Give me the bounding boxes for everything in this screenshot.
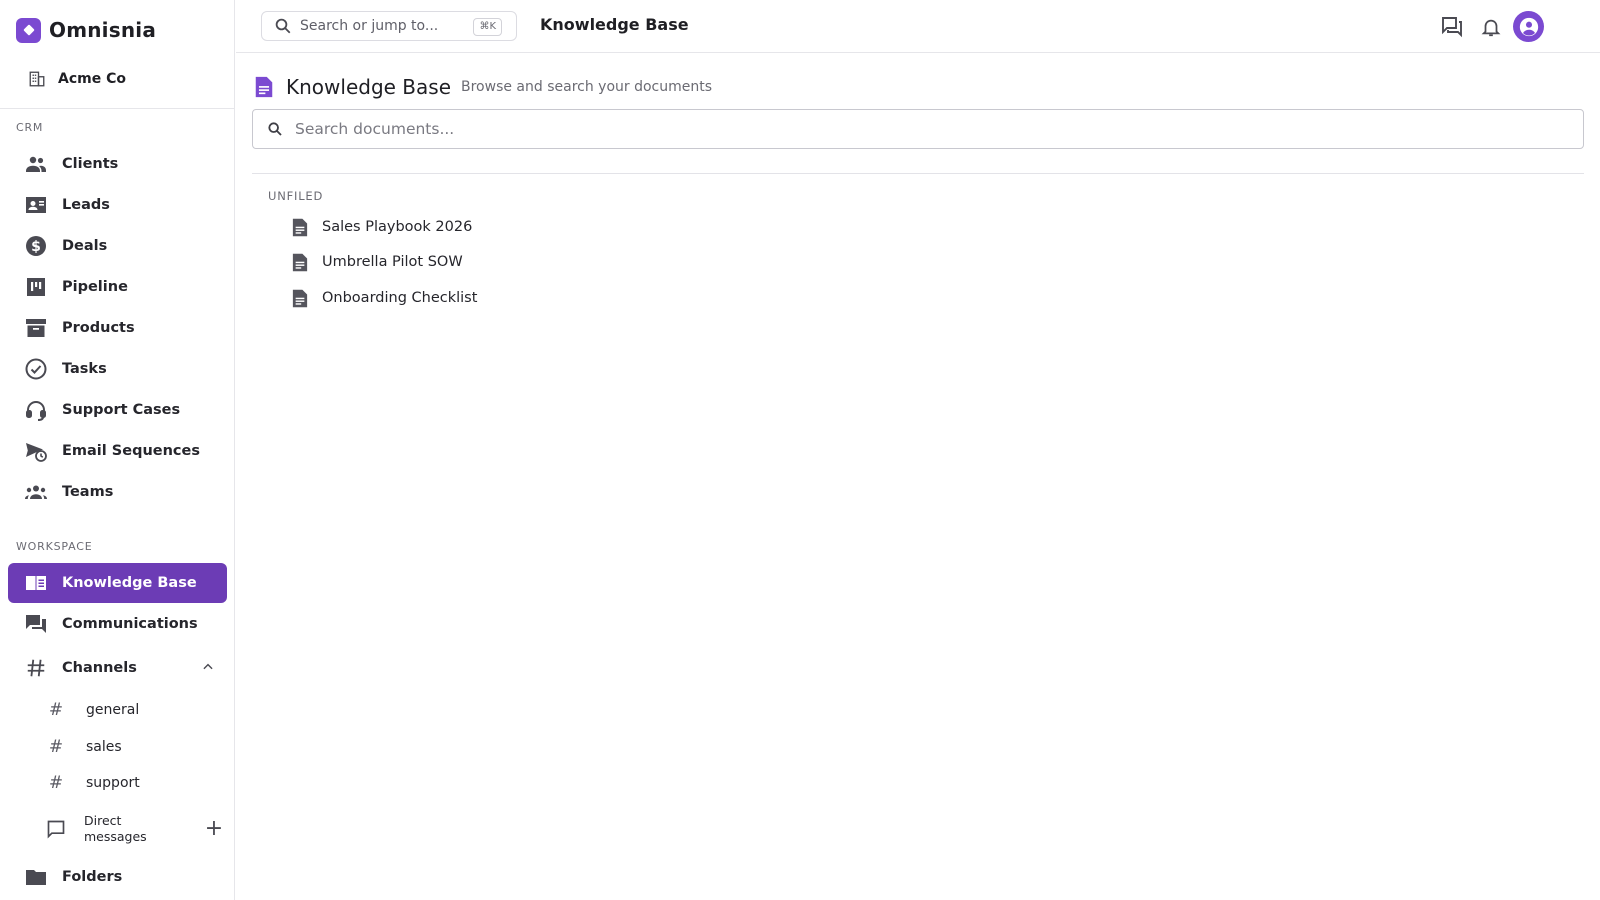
kanban-icon — [24, 275, 48, 299]
bell-icon — [1481, 19, 1501, 37]
sidebar-item-deals[interactable]: $ Deals — [8, 226, 227, 266]
hash-icon — [24, 656, 48, 680]
sidebar-item-pipeline[interactable]: Pipeline — [8, 267, 227, 307]
main-content: Knowledge Base Browse and search your do… — [236, 54, 1600, 900]
sidebar-item-label: Teams — [62, 484, 114, 500]
sidebar-item-label: Tasks — [62, 361, 107, 377]
channel-item-sales[interactable]: # sales — [46, 731, 216, 763]
sidebar-item-clients[interactable]: Clients — [8, 144, 227, 184]
svg-text:$: $ — [31, 239, 41, 255]
search-icon — [268, 122, 282, 136]
hash-icon: # — [48, 700, 64, 720]
channel-label: general — [86, 702, 140, 718]
sidebar-item-label: Products — [62, 320, 135, 336]
sidebar-item-folders[interactable]: Folders — [8, 857, 227, 897]
sidebar-item-label: Communications — [62, 616, 198, 632]
direct-messages-label: Direct messages — [84, 813, 147, 844]
check-circle-icon — [24, 357, 48, 381]
direct-messages[interactable]: Direct messages + — [46, 810, 226, 848]
page-subtitle: Browse and search your documents — [461, 79, 713, 95]
building-icon — [29, 71, 45, 87]
channel-label: support — [86, 775, 140, 791]
notifications-button[interactable] — [1476, 12, 1506, 42]
sidebar-item-leads[interactable]: Leads — [8, 185, 227, 225]
document-title: Umbrella Pilot SOW — [322, 254, 463, 270]
forum-icon — [1442, 17, 1462, 38]
channel-item-general[interactable]: # general — [46, 694, 216, 726]
document-item[interactable]: Onboarding Checklist — [292, 283, 592, 313]
document-icon — [292, 218, 308, 236]
chevron-up-icon[interactable] — [201, 660, 215, 678]
page-header: Knowledge Base Browse and search your do… — [254, 72, 712, 102]
sidebar-item-label: Deals — [62, 238, 108, 254]
org-switcher[interactable]: Acme Co — [28, 68, 126, 90]
sidebar-item-products[interactable]: Products — [8, 308, 227, 348]
sidebar-item-channels[interactable]: Channels — [8, 648, 227, 688]
topbar-title: Knowledge Base — [540, 15, 689, 34]
sidebar-item-label: Pipeline — [62, 279, 128, 295]
document-title: Onboarding Checklist — [322, 290, 478, 306]
sidebar-item-tasks[interactable]: Tasks — [8, 349, 227, 389]
chat-bubble-icon — [47, 820, 65, 839]
sidebar-item-knowledge-base[interactable]: Knowledge Base — [8, 563, 227, 603]
diamond-icon — [16, 17, 41, 43]
sidebar-item-label: Knowledge Base — [62, 575, 197, 591]
sidebar-item-support-cases[interactable]: Support Cases — [8, 390, 227, 430]
channel-item-support[interactable]: # support — [46, 767, 216, 799]
sidebar-item-label: Support Cases — [62, 402, 181, 418]
document-item[interactable]: Sales Playbook 2026 — [292, 212, 592, 242]
sidebar-item-label: Clients — [62, 156, 119, 172]
document-title: Sales Playbook 2026 — [322, 219, 473, 235]
sidebar-item-teams[interactable]: Teams — [8, 472, 227, 512]
content-divider — [252, 173, 1584, 174]
user-icon — [1519, 17, 1538, 36]
section-label-crm: CRM — [16, 121, 44, 134]
document-item[interactable]: Umbrella Pilot SOW — [292, 247, 592, 277]
forum-icon — [24, 612, 48, 636]
topbar: Search or jump to... ⌘K Knowledge Base — [236, 0, 1600, 53]
sidebar-item-email-sequences[interactable]: Email Sequences — [8, 431, 227, 471]
messages-button[interactable] — [1437, 12, 1467, 42]
channel-label: sales — [86, 739, 122, 755]
document-icon — [255, 76, 273, 98]
scheduled-send-icon — [24, 439, 48, 463]
section-label-workspace: WORKSPACE — [16, 540, 93, 553]
people-icon — [24, 152, 48, 176]
hash-icon: # — [48, 737, 64, 757]
headset-icon — [24, 398, 48, 422]
group-label-unfiled: UNFILED — [268, 189, 324, 203]
brand[interactable]: Omnisnia — [16, 17, 156, 43]
sidebar-item-label: Folders — [62, 869, 123, 885]
document-icon — [292, 289, 308, 307]
search-icon — [275, 18, 291, 34]
document-search-input[interactable]: Search documents... — [252, 109, 1584, 149]
brand-name: Omnisnia — [49, 18, 157, 42]
document-search-placeholder: Search documents... — [295, 120, 455, 138]
shortcut-badge: ⌘K — [473, 18, 502, 36]
global-search[interactable]: Search or jump to... ⌘K — [261, 11, 517, 41]
folder-icon — [24, 865, 48, 889]
sidebar: Omnisnia Acme Co CRM Clients Leads $ Dea… — [0, 0, 235, 900]
page-title: Knowledge Base — [286, 75, 451, 99]
global-search-placeholder: Search or jump to... — [300, 18, 439, 34]
dollar-icon: $ — [24, 234, 48, 258]
document-icon — [292, 253, 308, 271]
contact-card-icon — [24, 193, 48, 217]
hash-icon: # — [48, 773, 64, 793]
sidebar-item-communications[interactable]: Communications — [8, 604, 227, 644]
book-icon — [24, 571, 48, 595]
sidebar-item-label: Channels — [62, 660, 137, 676]
sidebar-item-label: Email Sequences — [62, 443, 200, 459]
sidebar-divider — [0, 108, 234, 109]
org-name: Acme Co — [58, 71, 126, 87]
sidebar-item-label: Leads — [62, 197, 110, 213]
user-avatar[interactable] — [1513, 11, 1544, 42]
add-direct-message-button[interactable]: + — [202, 816, 226, 841]
groups-icon — [24, 480, 48, 504]
archive-box-icon — [24, 316, 48, 340]
